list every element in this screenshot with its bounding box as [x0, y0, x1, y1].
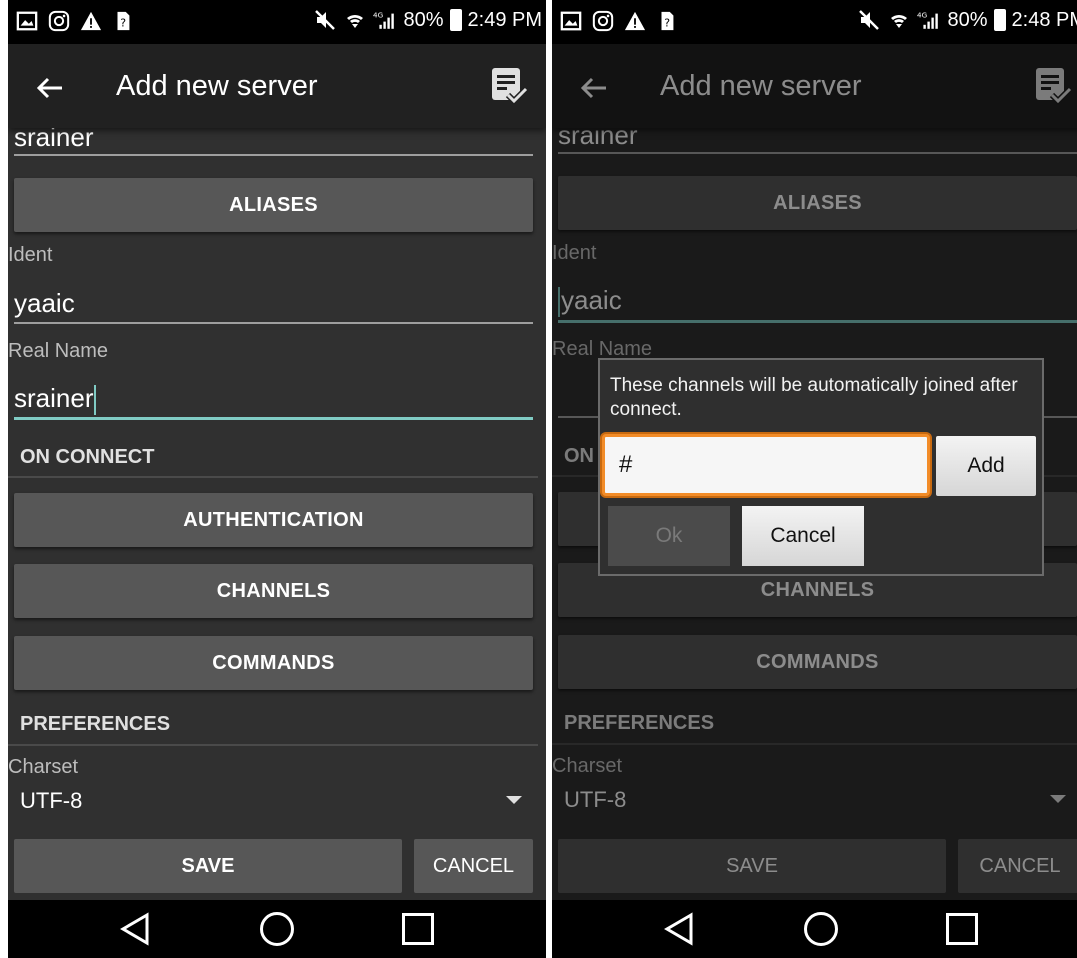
status-bar: ? 4G 80% 2:49 PM [8, 0, 546, 44]
instagram-icon [48, 10, 70, 32]
screen-channels-dialog: ? 4G 80% 2:48 PM Add new server srainer … [552, 0, 1077, 958]
nav-home-icon[interactable] [260, 912, 294, 946]
mute-icon [859, 10, 880, 30]
nav-home-icon[interactable] [804, 912, 838, 946]
realname-underline [14, 417, 533, 420]
signal-icon: 4G [917, 11, 939, 29]
aliases-button[interactable]: ALIASES [14, 178, 533, 232]
wifi-icon [891, 15, 908, 28]
nav-bar [552, 900, 1077, 958]
svg-text:?: ? [120, 17, 126, 30]
preferences-header: PREFERENCES [20, 713, 171, 735]
authentication-button[interactable]: AUTHENTICATION [14, 493, 533, 547]
ident-label: Ident [8, 244, 53, 266]
section-divider [8, 476, 538, 478]
form-scroll[interactable]: srainer ALIASES Ident yaaic Real Name sr… [8, 122, 546, 900]
mute-icon [315, 10, 336, 30]
realname-value: srainer [14, 383, 94, 413]
svg-text:?: ? [664, 17, 670, 30]
save-button[interactable]: SAVE [14, 839, 402, 893]
page-title: Add new server [116, 70, 318, 102]
realname-label: Real Name [8, 340, 109, 362]
commands-button[interactable]: COMMANDS [14, 636, 533, 690]
image-icon [560, 11, 582, 31]
add-channel-button[interactable]: Add [936, 436, 1036, 496]
nav-recents-icon[interactable] [946, 913, 978, 945]
charset-select[interactable]: UTF-8 [20, 788, 82, 814]
dialog-message: These channels will be automatically joi… [610, 375, 1018, 420]
cancel-button[interactable]: CANCEL [414, 839, 533, 893]
text-cursor [94, 385, 97, 416]
nav-back-icon[interactable] [664, 912, 694, 946]
clock: 2:49 PM [467, 8, 542, 31]
battery-icon [993, 9, 1006, 31]
app-bar: Add new server [8, 44, 546, 128]
section-divider [8, 744, 538, 746]
warning-icon [624, 11, 646, 31]
battery-icon [449, 9, 462, 31]
wifi-icon [347, 15, 364, 28]
signal-icon: 4G [373, 11, 395, 29]
image-icon [16, 11, 38, 31]
instagram-icon [592, 10, 614, 32]
on-connect-header: ON CONNECT [20, 446, 155, 468]
warning-icon [80, 11, 102, 31]
realname-field[interactable]: srainer [14, 383, 97, 416]
nav-back-icon[interactable] [120, 912, 150, 946]
nav-recents-icon[interactable] [402, 913, 434, 945]
battery-percent: 80% [947, 8, 988, 31]
ok-button[interactable]: Ok [608, 506, 730, 566]
channel-input[interactable]: # [602, 434, 930, 496]
save-checklist-icon[interactable] [490, 66, 528, 106]
channels-button[interactable]: CHANNELS [14, 564, 533, 618]
sim-icon: ? [117, 11, 130, 31]
nav-bar [8, 900, 546, 958]
dialog-cancel-button[interactable]: Cancel [742, 506, 864, 566]
chevron-down-icon[interactable] [506, 796, 522, 804]
back-arrow-icon[interactable] [34, 72, 66, 104]
network-type: 4G [373, 11, 383, 20]
battery-percent: 80% [403, 8, 444, 31]
ident-field[interactable]: yaaic [14, 288, 75, 319]
charset-label: Charset [8, 756, 79, 778]
nickname-underline [14, 154, 533, 156]
channels-dialog: These channels will be automatically joi… [598, 358, 1044, 576]
sim-icon: ? [661, 11, 674, 31]
status-bar: ? 4G 80% 2:48 PM [552, 0, 1077, 44]
clock: 2:48 PM [1011, 8, 1077, 31]
ident-underline [14, 322, 533, 324]
screen-add-server: ? 4G 80% 2:49 PM Add new server srainer … [8, 0, 546, 958]
network-type: 4G [917, 11, 927, 20]
